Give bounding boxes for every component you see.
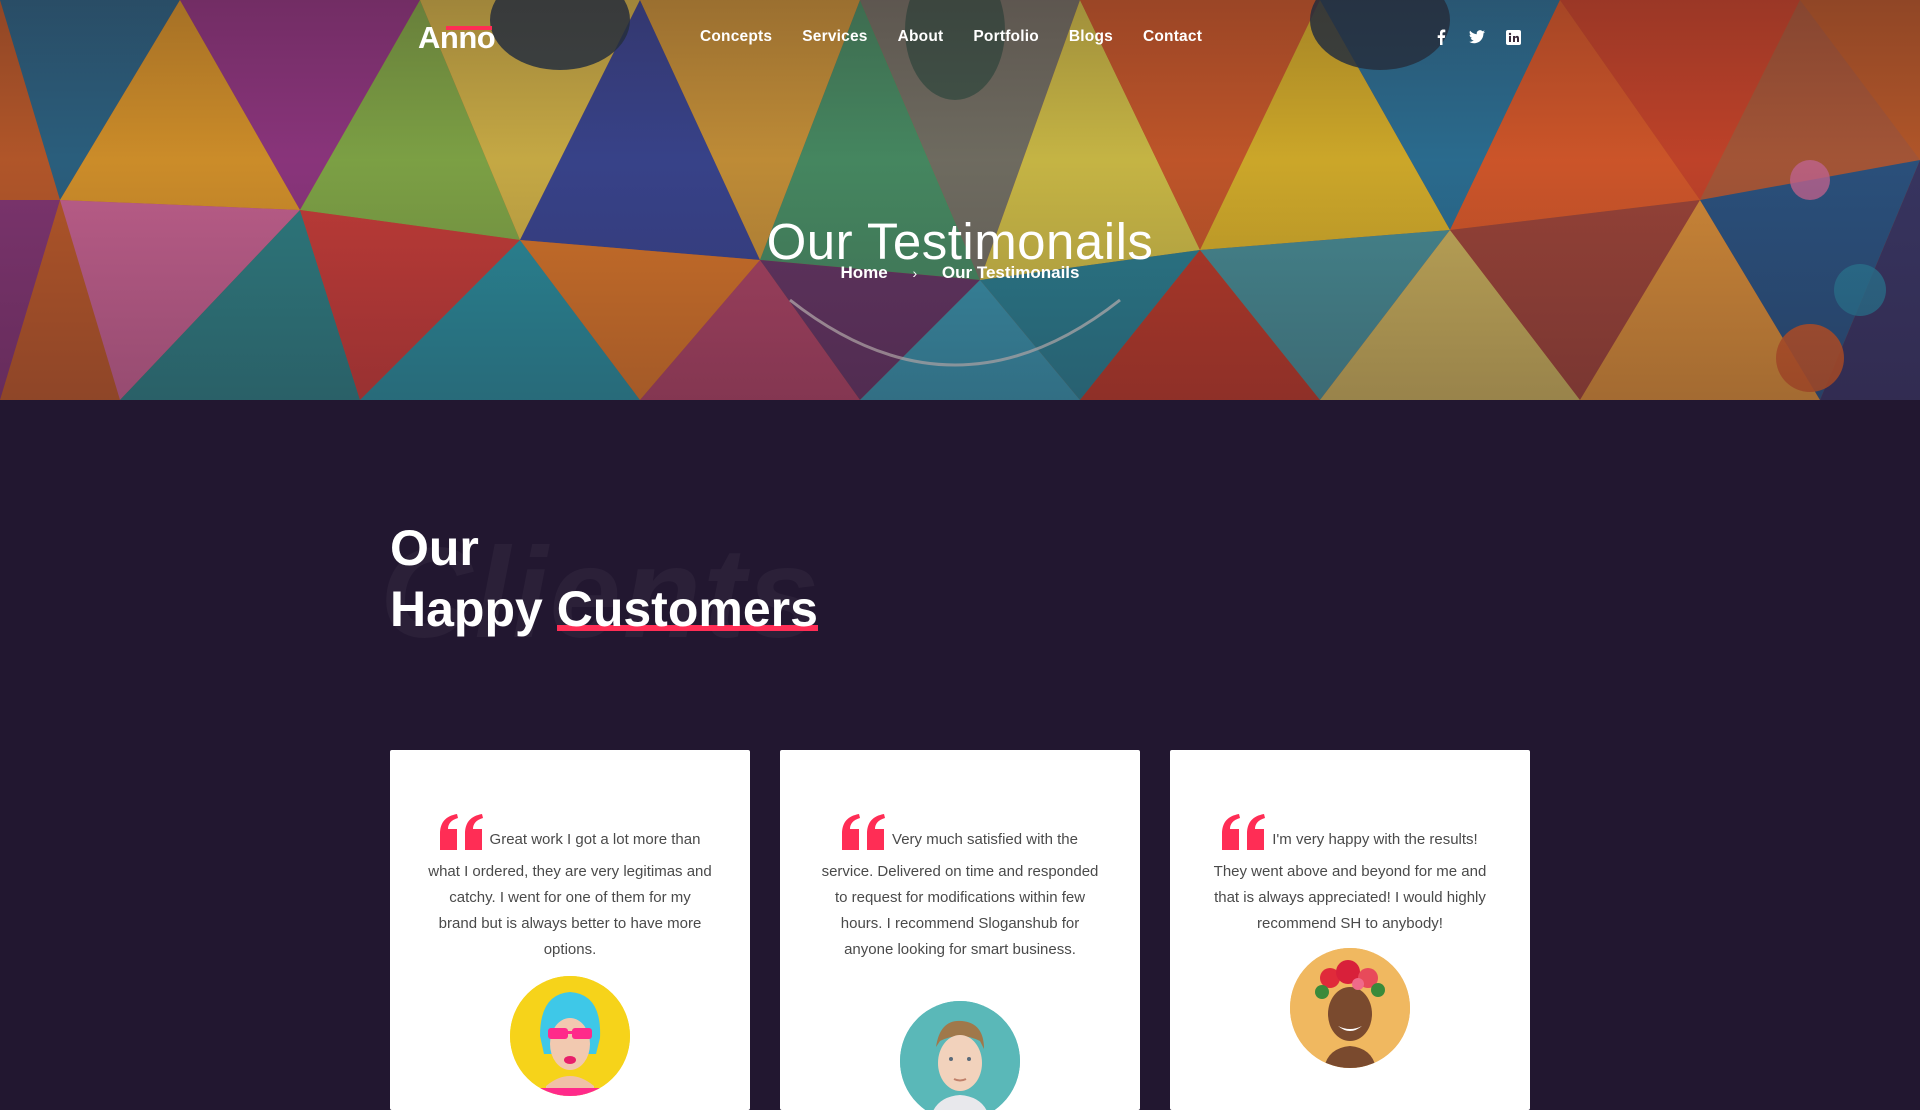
nav-blogs[interactable]: Blogs [1069,28,1113,46]
linkedin-icon[interactable] [1504,28,1522,46]
heading-line-2: Happy Customers [390,579,819,640]
heading-accent-word: Customers [556,579,819,640]
facebook-icon[interactable] [1432,28,1450,46]
section-heading: Our Happy Customers [390,518,819,640]
top-navigation-bar: Anno Concepts Services About Portfolio B… [0,0,1920,78]
brand-logo[interactable]: Anno [418,20,496,56]
breadcrumb-current: Our Testimonails [941,262,1080,282]
testimonial-card: Great work I got a lot more than what I … [390,750,750,1110]
quote-icon [439,814,484,859]
breadcrumb-home[interactable]: Home [841,263,888,283]
breadcrumb: Home › Our Testimonails [0,262,1920,283]
heading-line-1: Our [390,520,479,576]
nav-portfolio[interactable]: Portfolio [973,28,1039,46]
quote-icon [842,814,886,859]
testimonial-card: Very much satisfied with the service. De… [780,750,1140,1110]
nav-services[interactable]: Services [802,28,867,46]
nav-about[interactable]: About [898,28,944,46]
social-links [1432,28,1522,46]
quote-icon [1222,814,1266,859]
nav-contact[interactable]: Contact [1143,28,1202,46]
hero-banner: Anno Concepts Services About Portfolio B… [0,0,1920,400]
breadcrumb-separator: › [912,264,918,281]
main-nav: Concepts Services About Portfolio Blogs … [700,28,1232,46]
testimonial-card: I'm very happy with the results! They we… [1170,750,1530,1110]
heading-word: Happy [390,581,543,637]
testimonial-quote: Great work I got a lot more than what I … [390,750,750,963]
twitter-icon[interactable] [1468,28,1486,46]
avatar [1290,948,1410,1068]
testimonial-quote: Very much satisfied with the service. De… [780,750,1140,963]
avatar [900,1001,1020,1110]
testimonial-list: Great work I got a lot more than what I … [390,750,1530,1110]
avatar [510,976,630,1096]
nav-concepts[interactable]: Concepts [700,28,772,46]
testimonial-quote: I'm very happy with the results! They we… [1170,750,1530,937]
